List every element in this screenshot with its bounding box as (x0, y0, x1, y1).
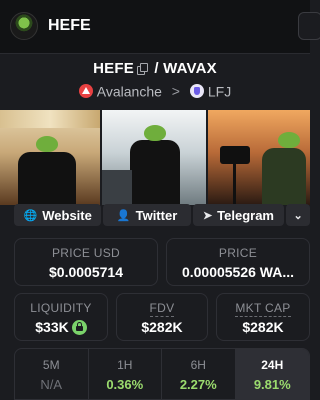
price-usd-label: PRICE USD (51, 246, 121, 260)
chevron-right-icon: > (171, 83, 180, 100)
price-native-card: PRICE 0.00005526 WA... (166, 238, 310, 286)
token-title: HEFE (48, 17, 91, 34)
lock-icon[interactable] (71, 320, 87, 335)
token-banner-image (0, 110, 310, 205)
telegram-icon: ➤ (202, 209, 213, 222)
price-native-value: 0.00005526 WA... (181, 264, 295, 280)
price-native-label: PRICE (218, 246, 258, 260)
lfj-icon (189, 84, 204, 99)
liquidity-value-row: $33K (15, 319, 107, 335)
mkt-cap-card: MKT CAP $282K (216, 293, 310, 341)
globe-icon: 🌐 (23, 209, 38, 222)
timeframe-tabs: 5M N/A 1H 0.36% 6H 2.27% 24H 9.81% (14, 348, 310, 400)
top-bar: HEFE (0, 0, 320, 54)
tab-24h-value: 9.81% (253, 377, 291, 392)
mkt-cap-value: $282K (242, 319, 284, 335)
tab-5m[interactable]: 5M N/A (15, 349, 89, 399)
twitter-label: Twitter (135, 207, 178, 223)
chain-row: Avalanche > LFJ (0, 82, 310, 99)
social-links: 🌐 Website 👤 Twitter ➤ Telegram ⌄ (14, 204, 310, 226)
avalanche-icon (78, 84, 93, 99)
chain-link[interactable]: Avalanche (97, 83, 162, 99)
tab-24h-label: 24H (261, 358, 284, 372)
liquidity-label: LIQUIDITY (30, 301, 92, 315)
telegram-label: Telegram (217, 207, 274, 223)
token-avatar (10, 12, 38, 40)
liquidity-value: $33K (35, 319, 69, 335)
tab-5m-label: 5M (42, 358, 60, 372)
tab-24h[interactable]: 24H 9.81% (235, 349, 309, 399)
price-usd-card: PRICE USD $0.0005714 (14, 238, 158, 286)
pair-title: HEFE / WAVAX (0, 60, 310, 77)
pair-separator: / (154, 60, 159, 77)
price-usd-value: $0.0005714 (49, 264, 123, 280)
dex-link[interactable]: LFJ (208, 83, 231, 99)
tab-6h[interactable]: 6H 2.27% (162, 349, 236, 399)
banner-panel-suit (100, 110, 206, 205)
tab-5m-value: N/A (40, 377, 63, 392)
telegram-button[interactable]: ➤ Telegram (192, 204, 285, 226)
website-button[interactable]: 🌐 Website (14, 204, 102, 226)
tab-1h-value: 0.36% (106, 377, 144, 392)
base-symbol: HEFE (93, 60, 134, 77)
fdv-card: FDV $282K (116, 293, 208, 341)
more-links-button[interactable]: ⌄ (286, 204, 310, 226)
menu-button[interactable] (298, 12, 320, 40)
banner-panel-camera (206, 110, 310, 205)
fdv-label[interactable]: FDV (149, 301, 175, 317)
mkt-cap-label[interactable]: MKT CAP (235, 301, 291, 317)
tab-1h[interactable]: 1H 0.36% (89, 349, 162, 399)
quote-symbol: WAVAX (163, 60, 217, 77)
banner-panel-pharaoh (0, 110, 100, 205)
tab-6h-label: 6H (190, 358, 206, 372)
website-label: Website (42, 207, 92, 223)
chevron-down-icon: ⌄ (293, 209, 303, 222)
liquidity-card: LIQUIDITY $33K (14, 293, 108, 341)
twitter-button[interactable]: 👤 Twitter (103, 204, 191, 226)
user-icon: 👤 (116, 209, 131, 222)
tab-1h-label: 1H (117, 358, 133, 372)
fdv-value: $282K (141, 319, 183, 335)
tab-6h-value: 2.27% (179, 377, 217, 392)
copy-icon[interactable] (136, 63, 148, 75)
